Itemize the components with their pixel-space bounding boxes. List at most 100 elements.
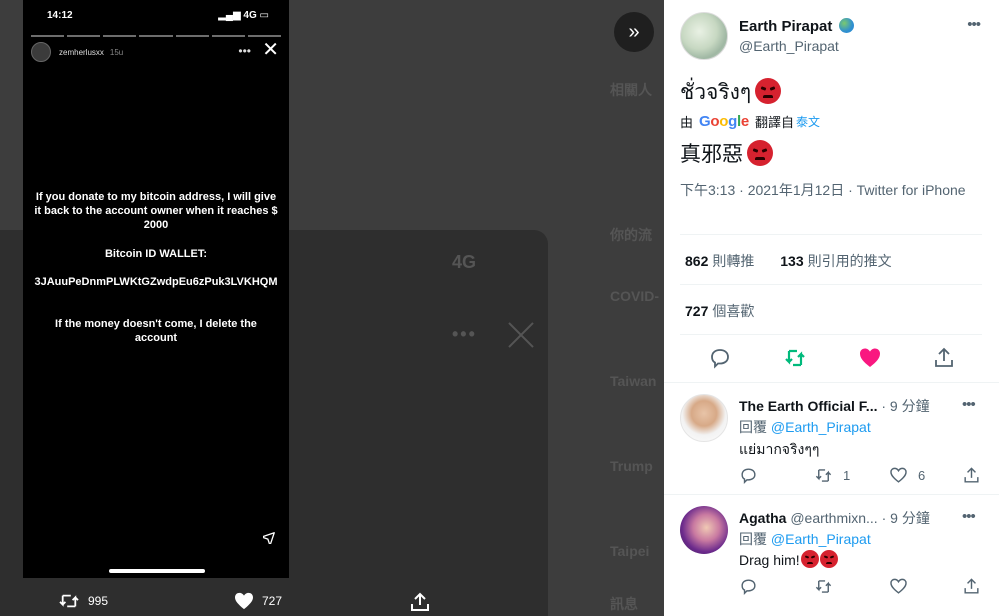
- retweets-stat[interactable]: 862 則轉推: [685, 253, 754, 269]
- ghost-trend-3: Trump: [610, 458, 653, 474]
- retweet-button[interactable]: 1: [814, 466, 850, 485]
- ghost-trend-2: Taiwan: [610, 373, 657, 389]
- author-name[interactable]: Earth Pirapat: [739, 18, 832, 35]
- reply-author-name[interactable]: The Earth Official F...: [739, 398, 877, 414]
- reply-author-name[interactable]: Agatha: [739, 510, 786, 526]
- like-button[interactable]: [889, 577, 908, 596]
- ghost-related-header: 相關人: [610, 82, 652, 98]
- story-image[interactable]: 14:12 ▂▄▆ 4G ▭ zemherlusxx 15u ••• ✕ If …: [23, 0, 289, 578]
- like-button[interactable]: 6: [889, 466, 925, 485]
- media-retweet-button[interactable]: 995: [58, 592, 108, 610]
- reply-icon: [741, 579, 756, 595]
- translated-text-content: 真邪惡: [680, 143, 743, 166]
- share-icon: [411, 592, 429, 611]
- share-icon: [964, 467, 979, 483]
- like-icon: [890, 578, 907, 594]
- reply-text: แย่มากจริงๆๆ: [739, 441, 820, 457]
- reply-tweet[interactable]: Agatha @earthmixn... · 9 分鐘 ••• 回覆 @Eart…: [664, 494, 999, 616]
- share-icon: [964, 578, 979, 594]
- story-age: 15u: [109, 47, 124, 57]
- ghost-close-icon: [506, 320, 536, 350]
- like-count: 6: [918, 468, 926, 483]
- google-logo: Google: [699, 113, 749, 130]
- media-share-button[interactable]: [410, 592, 430, 612]
- quotes-stat[interactable]: 133 則引用的推文: [780, 253, 891, 269]
- phone-status-bar: 14:12 ▂▄▆ 4G ▭: [47, 10, 269, 21]
- like-icon: [235, 592, 253, 610]
- share-button[interactable]: [962, 466, 981, 485]
- story-line-2: Bitcoin ID WALLET:: [104, 248, 208, 260]
- ghost-trend-4: Taipei: [610, 543, 650, 559]
- reply-time: · 9 分鐘: [881, 510, 930, 526]
- divider: [680, 334, 982, 335]
- ghost-trend-1: COVID-: [610, 288, 659, 304]
- retweet-count: 1: [843, 468, 851, 483]
- media-action-bar: 995 727: [0, 588, 664, 616]
- angry-emoji-icon: [800, 550, 819, 568]
- more-icon: •••: [238, 44, 251, 58]
- translate-prefix: 由: [680, 115, 694, 130]
- story-line-1: If you donate to my bitcoin address, I w…: [34, 191, 278, 231]
- retweet-quote-stats: 862 則轉推 133 則引用的推文: [685, 251, 892, 271]
- angry-emoji-icon: [747, 140, 773, 166]
- like-icon[interactable]: [858, 346, 882, 370]
- expand-icon: »: [628, 20, 640, 43]
- avatar[interactable]: [680, 12, 728, 60]
- story-progress: [31, 35, 281, 37]
- story-username: zemherlusxx: [59, 47, 104, 57]
- tweet-panel: Earth Pirapat @Earth_Pirapat ••• ชั่วจริ…: [664, 0, 999, 616]
- reply-button[interactable]: [739, 466, 758, 485]
- media-like-count: 727: [262, 594, 283, 608]
- reply-time: · 9 分鐘: [881, 398, 930, 414]
- retweet-icon: [815, 469, 832, 482]
- retweet-icon[interactable]: [783, 346, 807, 370]
- avatar[interactable]: [680, 394, 728, 442]
- retweet-button[interactable]: [814, 577, 833, 596]
- close-icon: ✕: [262, 39, 279, 61]
- story-header: zemherlusxx 15u ••• ✕: [31, 39, 281, 62]
- reply-tweet[interactable]: The Earth Official F... · 9 分鐘 ••• 回覆 @E…: [664, 382, 999, 494]
- reply-author-row[interactable]: The Earth Official F... · 9 分鐘: [739, 396, 930, 416]
- likes-stat[interactable]: 727 個喜歡: [685, 301, 754, 321]
- divider: [680, 284, 982, 285]
- media-retweet-count: 995: [88, 594, 109, 608]
- translate-language-link[interactable]: 泰文: [796, 113, 820, 130]
- reply-author-row[interactable]: Agatha @earthmixn... · 9 分鐘: [739, 508, 930, 528]
- share-button[interactable]: [962, 577, 981, 596]
- story-line-3: 3JAuuPeDnmPLWKtGZwdpEu6zPuk3LVKHQM: [34, 276, 278, 288]
- share-icon[interactable]: [932, 346, 956, 370]
- reply-icon: [741, 468, 756, 484]
- send-icon: [263, 532, 275, 544]
- reply-to-link[interactable]: @Earth_Pirapat: [771, 419, 871, 435]
- status-time: 14:12: [47, 10, 73, 21]
- media-like-button[interactable]: 727: [234, 592, 282, 610]
- translated-text: 真邪惡: [680, 138, 773, 168]
- tweet-timestamp[interactable]: 下午3:13 · 2021年1月12日 · Twitter for iPhone: [680, 181, 970, 200]
- author-handle[interactable]: @Earth_Pirapat: [739, 38, 839, 54]
- retweet-icon: [815, 580, 832, 593]
- angry-emoji-icon: [755, 78, 782, 104]
- tweet-header: Earth Pirapat @Earth_Pirapat •••: [680, 12, 981, 62]
- more-icon[interactable]: •••: [962, 396, 999, 413]
- more-icon[interactable]: •••: [962, 508, 999, 525]
- reply-button[interactable]: [739, 577, 758, 596]
- reply-text: Drag him!: [739, 550, 838, 568]
- reply-to-link[interactable]: @Earth_Pirapat: [771, 531, 871, 547]
- angry-emoji-icon: [819, 550, 838, 568]
- avatar[interactable]: [680, 506, 728, 554]
- home-indicator: [109, 569, 205, 573]
- story-line-4: If the money doesn't come, I delete the …: [55, 318, 257, 344]
- translation-attribution: 由 Google 翻譯自 泰文: [680, 112, 820, 131]
- like-icon: [890, 467, 907, 483]
- more-icon[interactable]: •••: [967, 16, 981, 33]
- tweet-actions: [680, 346, 982, 374]
- ghost-more-icon: •••: [452, 324, 477, 344]
- story-avatar: [31, 42, 51, 62]
- reply-to: 回覆 @Earth_Pirapat: [739, 419, 871, 435]
- reply-handle: @earthmixn...: [790, 510, 878, 526]
- translate-mid: 翻譯自: [754, 115, 794, 130]
- author-name-row[interactable]: Earth Pirapat: [739, 18, 854, 35]
- reply-to: 回覆 @Earth_Pirapat: [739, 531, 871, 547]
- reply-icon[interactable]: [708, 346, 732, 370]
- expand-button[interactable]: »: [614, 12, 654, 52]
